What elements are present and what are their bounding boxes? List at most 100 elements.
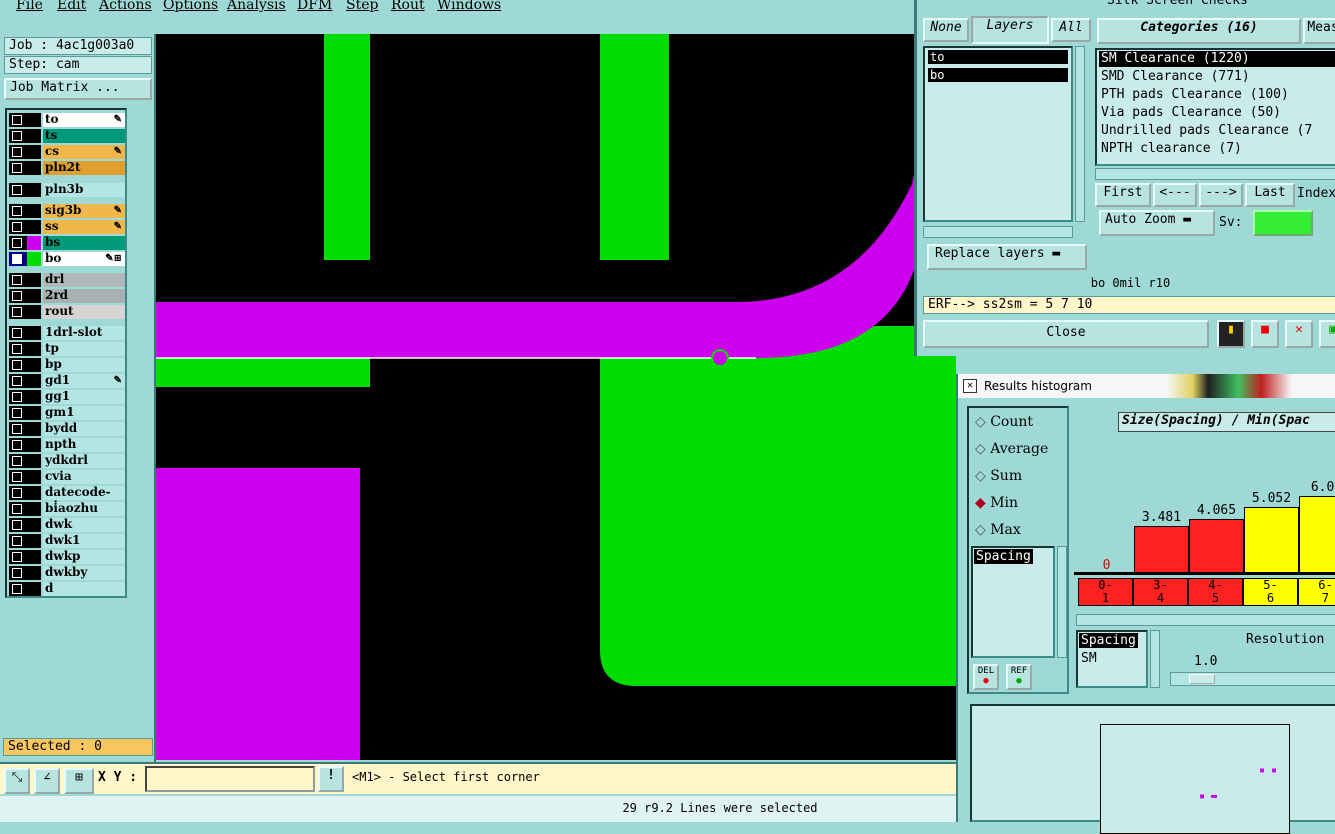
layer-name[interactable]: drl — [43, 273, 125, 287]
layer-row[interactable]: tp — [9, 342, 125, 356]
layer-name[interactable]: ydkdrl — [43, 454, 125, 468]
menu-file[interactable]: File — [16, 0, 43, 13]
none-button[interactable]: None — [923, 18, 969, 42]
layers-scrollbar[interactable] — [1075, 46, 1085, 222]
layer-row[interactable]: cs ✎ — [9, 145, 125, 159]
layer-checkbox[interactable] — [9, 289, 27, 303]
layer-row[interactable]: gg1 — [9, 390, 125, 404]
layer-name[interactable]: ts — [43, 129, 125, 143]
layer-row[interactable]: d — [9, 582, 125, 596]
layer-row[interactable]: bs — [9, 236, 125, 250]
layer-name[interactable]: datecode-ptc — [43, 486, 125, 512]
layer-checkbox[interactable] — [9, 518, 27, 532]
layer-row[interactable]: biaozhu — [9, 502, 125, 516]
layer-name[interactable]: to ✎ — [43, 113, 125, 127]
auto-zoom-menu[interactable]: Auto Zoom ▬ — [1099, 210, 1215, 236]
category-item[interactable]: Undrilled pads Clearance (7 — [1099, 123, 1312, 139]
layer-checkbox[interactable] — [9, 374, 27, 388]
spacing-item[interactable]: Spacing — [974, 549, 1033, 564]
layer-checkbox[interactable] — [9, 204, 27, 218]
layer-row[interactable]: dwk1 — [9, 534, 125, 548]
snap-icon[interactable]: ∠ — [34, 768, 60, 794]
menu-step[interactable]: Step — [346, 0, 378, 13]
menu-analysis[interactable]: Analysis — [227, 0, 286, 13]
layer-checkbox[interactable] — [9, 236, 27, 250]
layer-checkbox[interactable] — [9, 129, 27, 143]
layer-row[interactable]: ydkdrl — [9, 454, 125, 468]
layer-checkbox[interactable] — [9, 326, 27, 340]
layer-name[interactable]: bydd — [43, 422, 125, 436]
layer-name[interactable]: ss ✎ — [43, 220, 125, 234]
layer-name[interactable]: gm1 — [43, 406, 125, 420]
selection-item[interactable]: Spacing — [1079, 633, 1138, 648]
menu-windows[interactable]: Windows — [437, 0, 501, 13]
layer-checkbox[interactable] — [9, 161, 27, 175]
histogram-bar[interactable] — [1244, 507, 1299, 574]
layer-row[interactable]: dwkp — [9, 550, 125, 564]
layer-checkbox[interactable] — [9, 470, 27, 484]
layer-name[interactable]: pln2t — [43, 161, 125, 175]
layer-row[interactable]: ts — [9, 129, 125, 143]
graphic-canvas[interactable] — [156, 34, 956, 760]
histogram-bar[interactable] — [1299, 496, 1335, 574]
layer-name[interactable]: 1drl-slot — [43, 326, 125, 340]
menu-edit[interactable]: Edit — [57, 0, 86, 13]
layer-row[interactable]: sig3b ✎ — [9, 204, 125, 218]
mode-sum-radio[interactable]: ◇ Sum — [975, 468, 1022, 484]
layer-row[interactable]: cvia — [9, 470, 125, 484]
mode-min-radio[interactable]: ◆ Min — [975, 495, 1018, 511]
last-button[interactable]: Last — [1245, 183, 1295, 207]
layer-name[interactable]: rout — [43, 305, 125, 319]
layer-checkbox[interactable] — [9, 454, 27, 468]
layer-checkbox[interactable] — [9, 422, 27, 436]
delete-icon[interactable]: ✕ — [1285, 320, 1313, 348]
layer-checkbox[interactable] — [9, 113, 27, 127]
meas-button[interactable]: Meas — [1303, 18, 1335, 44]
numeric-icon[interactable]: ▣ — [1319, 320, 1335, 348]
layer-name[interactable]: dwk1 — [43, 534, 125, 548]
replace-layers-menu[interactable]: Replace layers ▬ — [927, 244, 1087, 270]
layer-name[interactable]: biaozhu — [43, 502, 125, 516]
next-button[interactable]: ---> — [1199, 183, 1243, 207]
layer-checkbox[interactable] — [9, 342, 27, 356]
first-button[interactable]: First — [1095, 183, 1151, 207]
layer-item[interactable]: to — [928, 50, 1068, 64]
category-item[interactable]: NPTH clearance (7) — [1099, 141, 1242, 157]
layer-row[interactable]: ss ✎ — [9, 220, 125, 234]
layer-name[interactable]: 2rd — [43, 289, 125, 303]
mode-average-radio[interactable]: ◇ Average — [975, 441, 1048, 457]
layer-checkbox[interactable] — [9, 305, 27, 319]
layer-row[interactable]: dwkby — [9, 566, 125, 580]
layer-name[interactable]: dwk — [43, 518, 125, 532]
layer-checkbox[interactable] — [9, 358, 27, 372]
layer-checkbox[interactable] — [9, 145, 27, 159]
job-matrix-button[interactable]: Job Matrix ... — [4, 78, 152, 100]
layer-checkbox[interactable] — [9, 273, 27, 287]
menu-options[interactable]: Options — [163, 0, 218, 13]
layer-name[interactable]: bo ✎⊞ — [43, 252, 125, 266]
item-scrollbar[interactable] — [1057, 546, 1067, 658]
category-item[interactable]: SM Clearance (1220) — [1099, 51, 1335, 67]
layers-button[interactable]: Layers — [971, 16, 1049, 44]
ref-button[interactable]: REF ● — [1006, 664, 1032, 690]
del-button[interactable]: DEL ● — [973, 664, 999, 690]
all-button[interactable]: All — [1051, 18, 1091, 42]
menu-rout[interactable]: Rout — [391, 0, 425, 13]
layer-name[interactable]: pln3b — [43, 183, 125, 197]
alert-button[interactable]: ! — [318, 766, 344, 792]
xy-input[interactable] — [145, 766, 315, 792]
layer-checkbox[interactable] — [9, 438, 27, 452]
layer-row[interactable]: 2rd — [9, 289, 125, 303]
selection-scrollbar[interactable] — [1150, 630, 1160, 688]
layer-name[interactable]: bp — [43, 358, 125, 372]
layer-checkbox[interactable] — [9, 183, 27, 197]
menu-dfm[interactable]: DFM — [297, 0, 332, 13]
layer-checkbox[interactable] — [9, 502, 27, 516]
layer-checkbox[interactable] — [9, 252, 27, 266]
layers-hscrollbar[interactable] — [923, 226, 1073, 238]
close-button[interactable]: Close — [923, 320, 1209, 348]
histogram-titlebar[interactable]: ✕ Results histogram — [958, 374, 1335, 398]
layer-row[interactable]: npth — [9, 438, 125, 452]
layer-row[interactable]: rout — [9, 305, 125, 319]
layer-checkbox[interactable] — [9, 220, 27, 234]
